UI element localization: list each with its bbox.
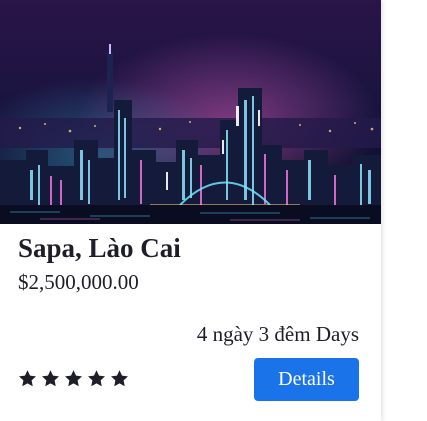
details-button[interactable]: Details (254, 358, 359, 401)
star-icon (111, 370, 128, 387)
tour-price: $2,500,000.00 (18, 270, 139, 294)
tour-duration: 4 ngày 3 đêm Days (196, 322, 359, 346)
star-icon (65, 370, 82, 387)
tour-title: Sapa, Lào Cai (18, 233, 181, 263)
tour-image[interactable] (0, 0, 381, 224)
star-rating (17, 368, 130, 389)
tour-card: Sapa, Lào Cai $2,500,000.00 4 ngày 3 đêm… (0, 0, 381, 421)
star-icon (88, 370, 105, 387)
star-icon (42, 370, 59, 387)
star-icon (19, 370, 36, 387)
